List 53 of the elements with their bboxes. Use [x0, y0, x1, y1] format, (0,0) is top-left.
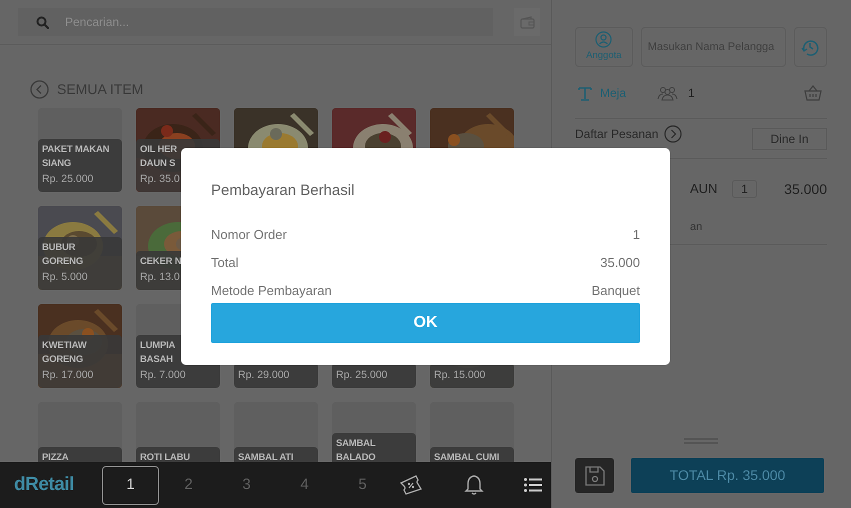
ticket-icon[interactable] — [398, 475, 424, 495]
product-name: SAMBAL CUMI — [434, 451, 500, 462]
detail-value: Banquet — [592, 282, 640, 300]
order-item-price: 35.000 — [784, 180, 827, 198]
product-price: Rp. 5.000 — [42, 270, 88, 285]
total-button[interactable]: TOTAL Rp. 35.000 — [631, 458, 824, 493]
logo: dRetail — [13, 472, 75, 497]
save-button[interactable] — [575, 458, 614, 493]
product-price: Rp. 25.000 — [42, 172, 94, 187]
product-name: KWETIAW GORENG — [42, 339, 88, 367]
group-icon — [657, 86, 678, 100]
product-price: Rp. 17.000 — [42, 368, 94, 383]
product-card[interactable]: BUBUR GORENG Rp. 5.000 — [38, 206, 122, 290]
product-name: LUMPIA BASAH — [140, 339, 176, 367]
product-price: Rp. 25.000 — [336, 368, 388, 383]
detail-value: 1 — [632, 226, 640, 244]
product-card[interactable]: SAMBAL BALADO — [332, 402, 416, 462]
product-name: PIZZA — [42, 451, 70, 462]
product-price: Rp. 15.000 — [434, 368, 486, 383]
save-icon — [584, 464, 606, 486]
history-icon — [801, 38, 820, 56]
order-item-name: AUN — [690, 180, 718, 198]
table-icon — [578, 86, 592, 100]
product-name: SAMBAL ATI — [238, 451, 294, 462]
drag-handle-icon[interactable] — [684, 438, 718, 444]
product-card[interactable]: PIZZA — [38, 402, 122, 462]
quantity-field[interactable]: 1 — [732, 180, 757, 198]
product-card[interactable]: KWETIAW GORENG Rp. 17.000 — [38, 304, 122, 388]
product-name: PAKET MAKAN SIANG — [42, 143, 110, 171]
product-price: Rp. 7.000 — [140, 368, 186, 383]
product-name: ROTI LABU — [140, 451, 191, 462]
guest-count: 1 — [688, 85, 695, 102]
basket-icon[interactable] — [804, 85, 822, 101]
product-card[interactable]: ROTI LABU — [136, 402, 220, 462]
back-icon[interactable] — [30, 80, 49, 98]
user-icon — [595, 30, 612, 48]
product-card[interactable]: PAKET MAKAN SIANG Rp. 25.000 — [38, 108, 122, 192]
order-tab[interactable]: 1 — [102, 466, 159, 504]
search-icon — [36, 16, 49, 29]
product-name: SAMBAL BALADO — [336, 437, 376, 462]
product-name: OIL HER DAUN S — [140, 143, 178, 171]
chevron-right-icon[interactable] — [664, 124, 682, 142]
product-price: Rp. 13.0 — [140, 270, 180, 285]
order-list-label: Daftar Pesanan — [575, 126, 658, 142]
menu-icon[interactable] — [524, 478, 542, 492]
product-price: Rp. 29.000 — [238, 368, 290, 383]
product-card[interactable]: SAMBAL ATI — [234, 402, 318, 462]
product-price: Rp. 35.0 — [140, 172, 180, 187]
detail-value: 35.000 — [600, 254, 640, 272]
product-name: BUBUR GORENG — [42, 241, 84, 269]
ok-button[interactable]: OK — [211, 302, 640, 342]
product-card[interactable]: SAMBAL CUMI — [430, 402, 514, 462]
bell-icon[interactable] — [464, 474, 484, 496]
